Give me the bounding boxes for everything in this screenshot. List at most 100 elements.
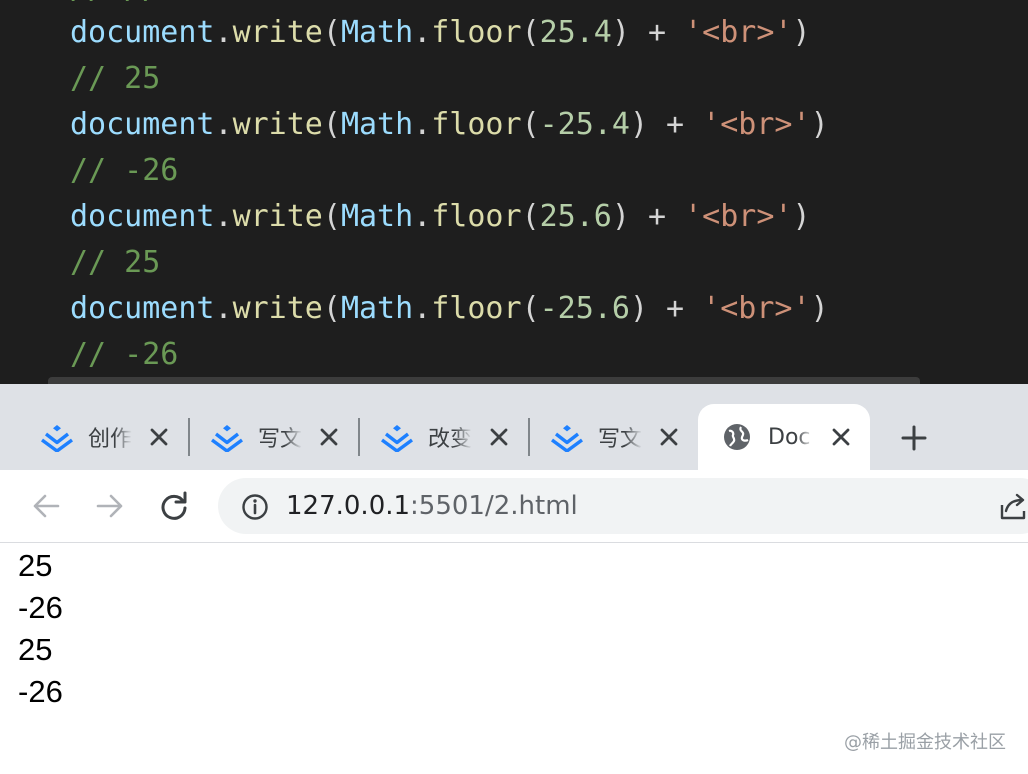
output-line: -26 — [18, 674, 63, 709]
output-line: 25 — [18, 632, 53, 667]
close-icon — [660, 428, 678, 446]
code-token: . — [214, 15, 233, 50]
code-token: document — [70, 199, 215, 234]
code-token: ) — [792, 199, 811, 234]
reload-button[interactable] — [154, 486, 194, 526]
browser-window: 创作 写文 改变 写文 Doc 127.0.0.1:5501/2.html 25… — [0, 384, 1028, 774]
browser-tab[interactable]: 写文 — [200, 404, 348, 470]
code-token: ( — [521, 15, 540, 50]
code-token: . — [413, 291, 432, 326]
code-line: document.write(Math.floor(-25.6) + '<br>… — [70, 286, 829, 332]
code-token: . — [214, 199, 233, 234]
code-comment-line: // 25 — [70, 56, 160, 102]
close-tab-button[interactable] — [486, 424, 512, 450]
code-token: ( — [521, 107, 540, 142]
code-token: -25.6 — [539, 291, 630, 326]
code-token: Math — [340, 107, 414, 142]
code-comment: // 25 — [70, 245, 161, 280]
code-comment-line: // -26 — [70, 148, 178, 194]
code-token: floor — [431, 107, 522, 142]
tab-title: Doc — [768, 424, 811, 450]
code-token: ( — [322, 107, 341, 142]
code-token: Math — [340, 199, 414, 234]
code-token: document — [70, 107, 215, 142]
browser-tab[interactable]: 创作 — [30, 404, 178, 470]
close-icon — [832, 428, 850, 446]
code-token: floor — [431, 291, 522, 326]
url-host: 127.0.0.1 — [286, 491, 411, 521]
tab-title: 创作 — [88, 427, 132, 452]
code-token: ) + — [611, 15, 685, 50]
close-tab-button[interactable] — [656, 424, 682, 450]
code-token: 25.6 — [539, 199, 612, 234]
code-comment: // 25 — [70, 61, 161, 96]
code-line: document.write(Math.floor(25.6) + '<br>'… — [70, 194, 811, 240]
url-path: :5501/2.html — [410, 491, 578, 521]
code-token: document — [70, 15, 215, 50]
browser-tab[interactable]: Doc — [698, 404, 870, 470]
juejin-logo-icon — [380, 420, 414, 454]
code-token: . — [413, 199, 432, 234]
back-button[interactable] — [26, 486, 66, 526]
globe-icon — [720, 420, 754, 454]
code-token: . — [413, 107, 432, 142]
share-icon — [1000, 493, 1026, 520]
tab-separator — [358, 418, 360, 456]
share-button[interactable] — [996, 486, 1028, 526]
code-token: -25.4 — [539, 107, 630, 142]
browser-tab[interactable]: 写文 — [540, 404, 688, 470]
code-token: Math — [340, 15, 414, 50]
code-comment-line: // -26 — [70, 332, 178, 378]
code-token: write — [232, 15, 323, 50]
code-token: . — [214, 291, 233, 326]
url-text[interactable]: 127.0.0.1:5501/2.html — [286, 478, 578, 534]
code-editor[interactable]: // // document.write(Math.floor(25.4) + … — [0, 0, 1028, 384]
reload-icon — [161, 491, 187, 520]
close-tab-button[interactable] — [316, 424, 342, 450]
tab-title: 改变 — [428, 427, 472, 452]
juejin-logo-icon — [40, 420, 74, 454]
plus-icon — [901, 425, 927, 451]
code-token: document — [70, 291, 215, 326]
watermark: @稀土掘金技术社区 — [844, 732, 1006, 753]
code-line: document.write(Math.floor(25.4) + '<br>'… — [70, 10, 811, 56]
output-line: 25 — [18, 548, 53, 583]
code-line: document.write(Math.floor(-25.4) + '<br>… — [70, 102, 829, 148]
code-token: ( — [521, 199, 540, 234]
browser-tab[interactable]: 改变 — [370, 404, 518, 470]
code-token: floor — [431, 15, 522, 50]
close-icon — [490, 428, 508, 446]
code-comment: // -26 — [70, 153, 179, 188]
close-tab-button[interactable] — [146, 424, 172, 450]
code-token: ( — [322, 15, 341, 50]
code-token: . — [413, 15, 432, 50]
arrow-right-icon — [96, 494, 123, 518]
tab-strip: 创作 写文 改变 写文 Doc — [0, 384, 1028, 470]
site-info-icon[interactable] — [240, 492, 270, 522]
close-tab-button[interactable] — [828, 424, 854, 450]
close-icon — [150, 428, 168, 446]
code-token: Math — [340, 291, 414, 326]
code-token: '<br>' — [684, 15, 793, 50]
forward-button[interactable] — [90, 486, 130, 526]
new-tab-button[interactable] — [894, 418, 934, 458]
code-token: ) — [810, 107, 829, 142]
code-token: ( — [521, 291, 540, 326]
code-token: 25.4 — [539, 15, 612, 50]
juejin-logo-icon — [210, 420, 244, 454]
code-token: ) + — [629, 107, 703, 142]
code-token: ( — [322, 291, 341, 326]
code-token: . — [214, 107, 233, 142]
close-icon — [320, 428, 338, 446]
code-token: ( — [322, 199, 341, 234]
browser-toolbar: 127.0.0.1:5501/2.html — [0, 470, 1028, 543]
editor-horizontal-scrollbar[interactable] — [48, 377, 920, 384]
code-token: ) + — [629, 291, 703, 326]
code-comment-line: // 25 — [70, 240, 160, 286]
code-token: write — [232, 291, 323, 326]
output-line: -26 — [18, 590, 63, 625]
code-token: ) + — [611, 199, 685, 234]
code-token: '<br>' — [702, 107, 811, 142]
address-bar[interactable]: 127.0.0.1:5501/2.html — [218, 478, 1028, 534]
tab-separator — [188, 418, 190, 456]
